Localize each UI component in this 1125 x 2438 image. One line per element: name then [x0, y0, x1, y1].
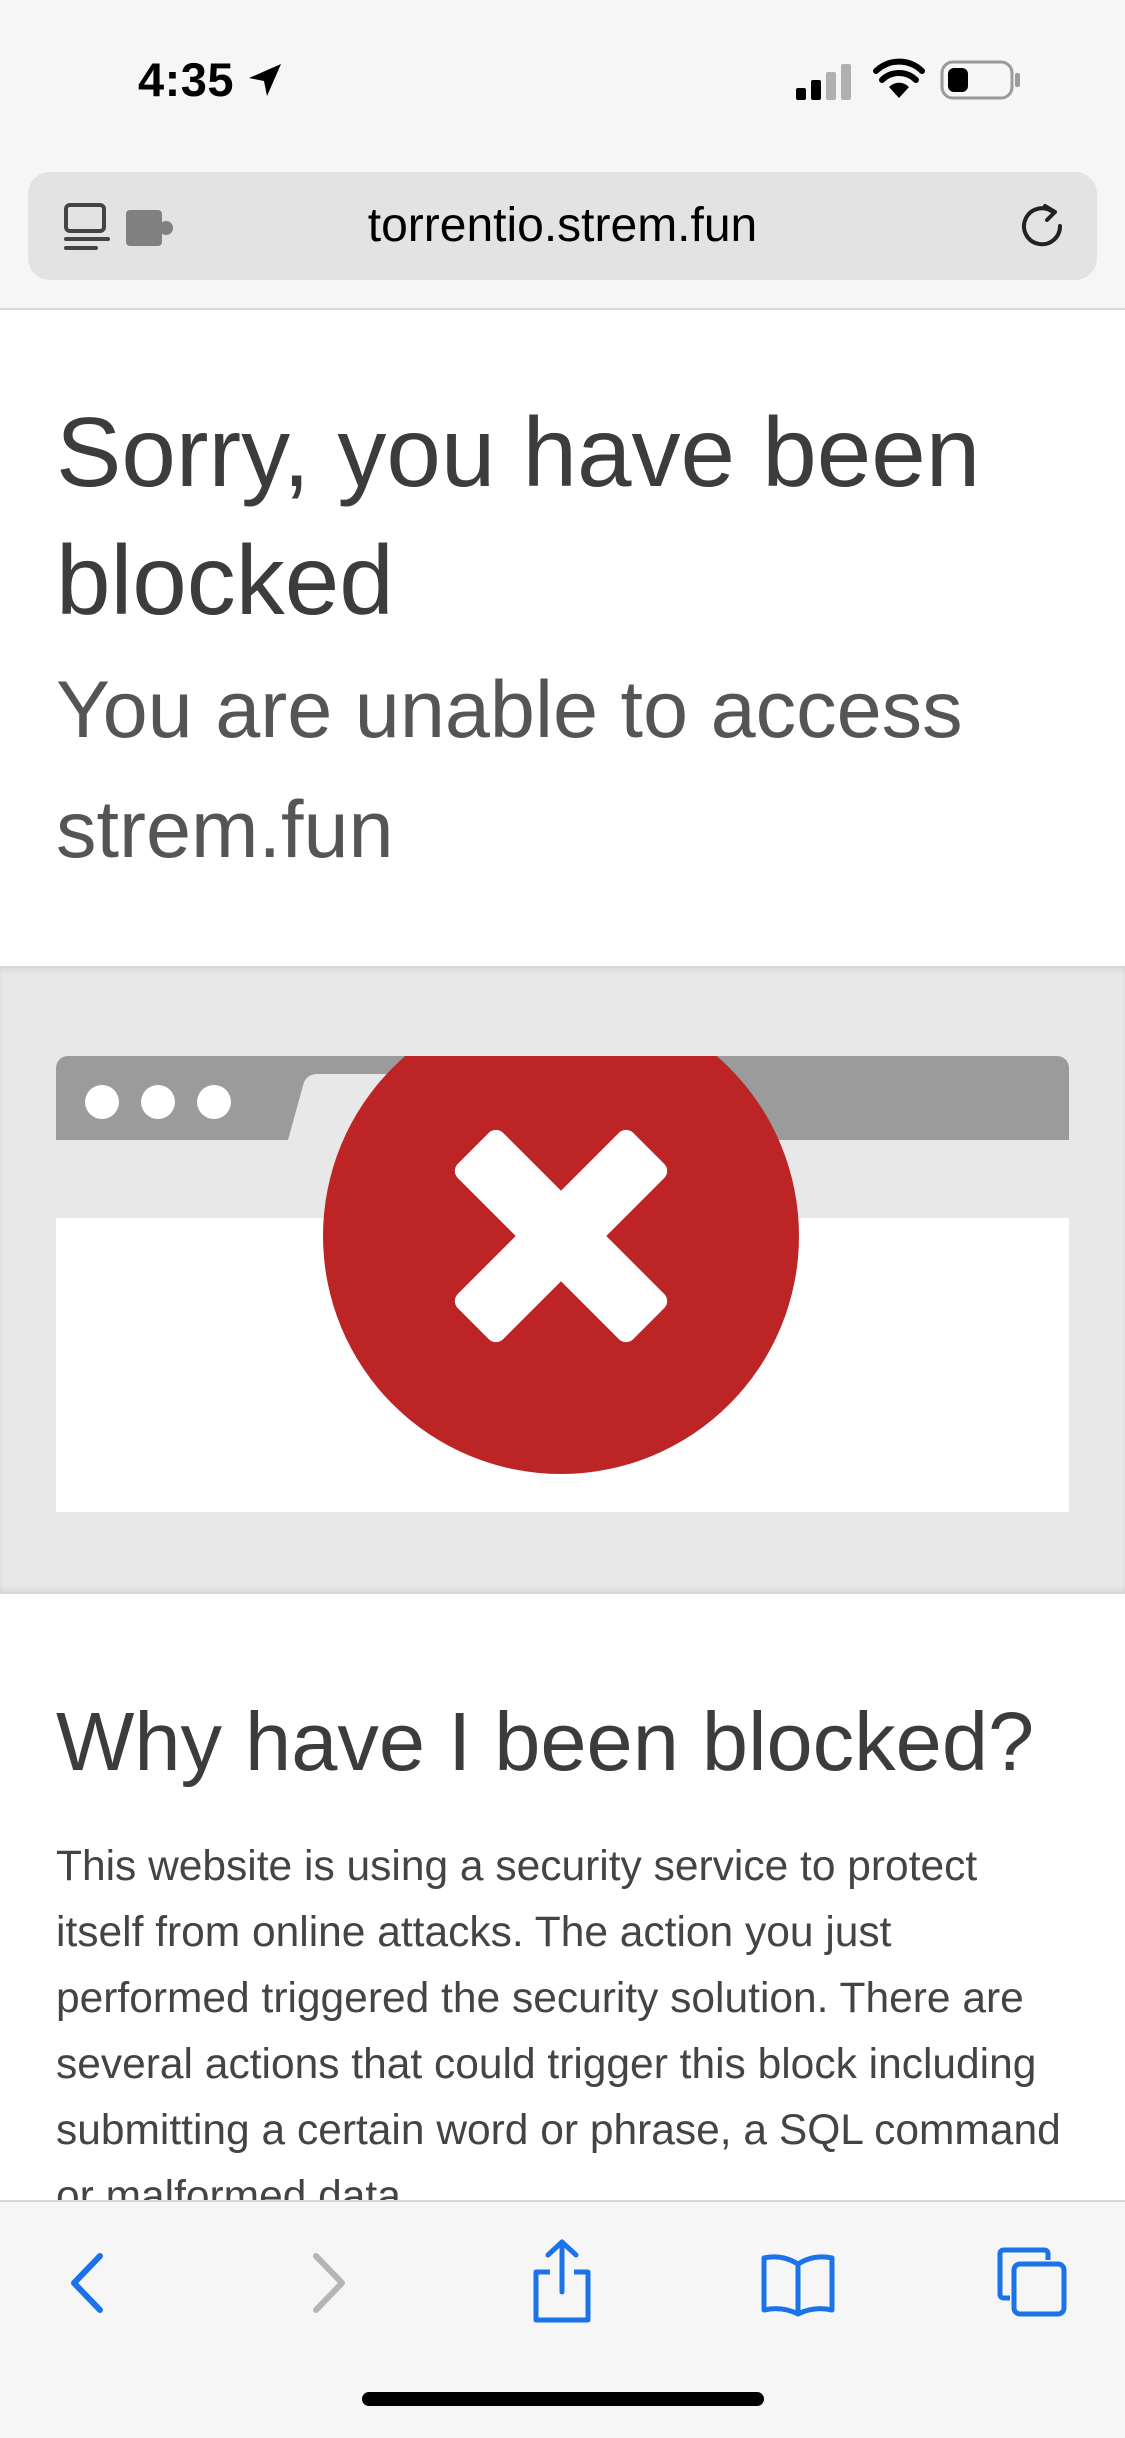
- cellular-signal-icon: [796, 64, 851, 100]
- url-text[interactable]: torrentio.strem.fun: [28, 172, 1097, 280]
- page-subtitle: You are unable to access strem.fun: [56, 665, 963, 875]
- tabs-icon[interactable]: [996, 2246, 1068, 2318]
- share-icon[interactable]: [530, 2238, 594, 2324]
- browser-window-icon: [56, 1056, 1069, 1512]
- address-bar[interactable]: torrentio.strem.fun: [28, 172, 1097, 280]
- bookmarks-icon[interactable]: [760, 2252, 836, 2318]
- forward-icon[interactable]: [304, 2248, 354, 2318]
- home-indicator[interactable]: [362, 2392, 764, 2406]
- browser-top-chrome: torrentio.strem.fun: [0, 160, 1125, 310]
- location-arrow-icon: [249, 64, 281, 96]
- battery-icon: [940, 60, 1020, 100]
- why-blocked-section: Why have I been blocked? This website is…: [0, 1594, 1125, 2202]
- reload-icon[interactable]: [1017, 202, 1067, 252]
- status-bar: 4:35: [0, 0, 1125, 160]
- blocked-illustration: [0, 966, 1125, 1594]
- why-blocked-heading: Why have I been blocked?: [56, 1695, 1035, 1788]
- wifi-icon: [873, 58, 925, 98]
- blocked-header: Sorry, you have been blocked You are una…: [0, 310, 1125, 966]
- why-blocked-text: This website is using a security service…: [56, 1843, 1061, 2202]
- status-time: 4:35: [138, 53, 235, 106]
- back-icon[interactable]: [62, 2248, 112, 2318]
- page-title: Sorry, you have been blocked: [56, 397, 981, 635]
